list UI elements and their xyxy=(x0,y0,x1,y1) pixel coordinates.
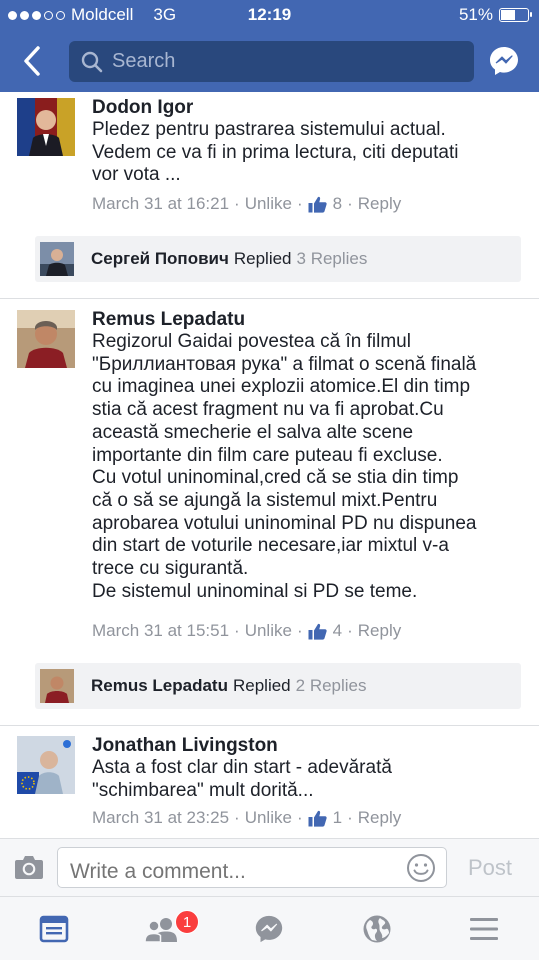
tab-menu[interactable] xyxy=(467,913,501,945)
notification-badge: 1 xyxy=(175,910,199,934)
smiley-icon xyxy=(407,854,435,882)
comment-timestamp[interactable]: March 31 at 23:25 xyxy=(92,808,229,828)
search-placeholder: Search xyxy=(112,50,176,72)
comment-text-line: "Бриллиантовая рука" a filmat o scenă fi… xyxy=(92,353,477,375)
comment-text-line: Asta a fost clar din start - adevărată xyxy=(92,757,392,778)
chevron-left-icon xyxy=(24,46,40,76)
reply-button[interactable]: Reply xyxy=(358,194,401,214)
replies-count: 3 Replies xyxy=(296,249,368,268)
comment-composer: Post xyxy=(0,838,539,896)
post-button[interactable]: Post xyxy=(468,855,512,881)
search-icon xyxy=(81,51,103,72)
reply-author: Remus Lepadatu xyxy=(91,676,228,695)
comment-text-line: din start de voturile necesare,iar mixtu… xyxy=(92,535,449,557)
battery-icon xyxy=(499,8,532,22)
view-replies-bar[interactable]: Remus Lepadatu Replied 2 Replies xyxy=(35,663,521,709)
avatar[interactable] xyxy=(17,736,75,794)
comment-item: Dodon Igor Pledez pentru pastrarea siste… xyxy=(0,92,539,298)
comment-meta: March 31 at 16:21 · Unlike · 8 · Reply xyxy=(92,194,402,214)
messenger-icon xyxy=(255,915,283,943)
reply-avatar xyxy=(40,242,74,276)
messenger-icon xyxy=(490,47,518,75)
replied-label: Replied xyxy=(232,676,291,695)
status-bar: Moldcell 3G 12:19 51% xyxy=(0,0,539,30)
back-button[interactable] xyxy=(18,44,46,78)
comment-timestamp[interactable]: March 31 at 16:21 xyxy=(92,194,229,214)
comment-meta: March 31 at 23:25 · Unlike · 1 · Reply xyxy=(92,808,402,828)
comment-text-line: că o să se ajungă la sistemul mixt.Pentr… xyxy=(92,489,438,511)
replies-count: 2 Replies xyxy=(295,676,367,695)
camera-icon xyxy=(15,856,43,879)
comment-text: Regizorul Gaidai povestea că în filmul "… xyxy=(92,331,522,603)
avatar[interactable] xyxy=(17,98,75,156)
comment-text: Asta a fost clar din start - adevărată "… xyxy=(92,757,522,802)
battery-percent: 51% xyxy=(458,5,493,24)
like-count[interactable]: 4 xyxy=(333,621,342,641)
search-bar[interactable]: Search xyxy=(69,41,474,82)
reply-avatar xyxy=(40,669,74,703)
comment-text-line: Pledez pentru pastrarea sistemului actua… xyxy=(92,119,446,140)
comment-input[interactable] xyxy=(57,847,447,888)
thumbs-up-icon xyxy=(308,810,327,827)
like-count[interactable]: 1 xyxy=(333,808,342,828)
comment-text-line: Cu votul uninominal,cred că se stia din … xyxy=(92,467,459,489)
comment-text-line: vor vota ... xyxy=(92,164,181,186)
comment-text-line: aprobarea votului uninominal PD nu dispu… xyxy=(92,512,477,534)
comment-text-line: Regizorul Gaidai povestea că în filmul xyxy=(92,331,411,352)
replied-label: Replied xyxy=(233,249,292,268)
unlike-button[interactable]: Unlike xyxy=(245,621,292,641)
view-replies-bar[interactable]: Сергей Попович Replied 3 Replies xyxy=(35,236,521,282)
comment-author[interactable]: Dodon Igor xyxy=(92,97,193,119)
comment-text-line: stia că acest fragment nu va fi aprobat.… xyxy=(92,399,444,421)
hamburger-menu-icon xyxy=(470,918,498,940)
comment-text-line: această smecherie el salva alte scene xyxy=(92,421,414,443)
comment-text-line: trece cu sigurantă. xyxy=(92,558,249,580)
comment-text-line: Vedem ce va fi in prima lectura, citi de… xyxy=(92,141,459,163)
tab-messenger[interactable] xyxy=(252,913,286,945)
tab-friend-requests[interactable] xyxy=(144,913,178,945)
comments-feed[interactable]: Dodon Igor Pledez pentru pastrarea siste… xyxy=(0,92,539,838)
comment-text-line: cu imaginea unei explozii atomice.El din… xyxy=(92,376,471,398)
messenger-button[interactable] xyxy=(487,44,521,78)
tab-news-feed[interactable] xyxy=(37,913,71,945)
comment-item: Jonathan Livingston Asta a fost clar din… xyxy=(0,726,539,838)
unlike-button[interactable]: Unlike xyxy=(245,808,292,828)
globe-icon xyxy=(363,915,391,943)
avatar[interactable] xyxy=(17,310,75,368)
top-navigation-bar: Moldcell 3G 12:19 51% Search xyxy=(0,0,539,92)
news-feed-icon xyxy=(39,915,69,943)
unlike-button[interactable]: Unlike xyxy=(245,194,292,214)
comment-text-line: De sistemul uninominal si PD se teme. xyxy=(92,580,418,602)
reply-author: Сергей Попович xyxy=(91,249,229,268)
comment-author[interactable]: Remus Lepadatu xyxy=(92,309,245,331)
reply-button[interactable]: Reply xyxy=(358,621,401,641)
thumbs-up-icon xyxy=(308,196,327,213)
comment-item: Remus Lepadatu Regizorul Gaidai povestea… xyxy=(0,299,539,725)
comment-timestamp[interactable]: March 31 at 15:51 xyxy=(92,621,229,641)
bottom-tab-bar: 1 xyxy=(0,896,539,960)
comment-text-line: importante din film care puteau fi exclu… xyxy=(92,444,443,466)
comment-author[interactable]: Jonathan Livingston xyxy=(92,735,278,757)
tab-notifications[interactable] xyxy=(360,913,394,945)
like-count[interactable]: 8 xyxy=(333,194,342,214)
friends-icon xyxy=(144,918,177,943)
emoji-button[interactable] xyxy=(406,853,436,883)
comment-text: Pledez pentru pastrarea sistemului actua… xyxy=(92,119,522,187)
comment-text-line: "schimbarea" mult dorită... xyxy=(92,779,314,801)
camera-button[interactable] xyxy=(14,854,44,880)
reply-button[interactable]: Reply xyxy=(358,808,401,828)
thumbs-up-icon xyxy=(308,623,327,640)
comment-meta: March 31 at 15:51 · Unlike · 4 · Reply xyxy=(92,621,402,641)
